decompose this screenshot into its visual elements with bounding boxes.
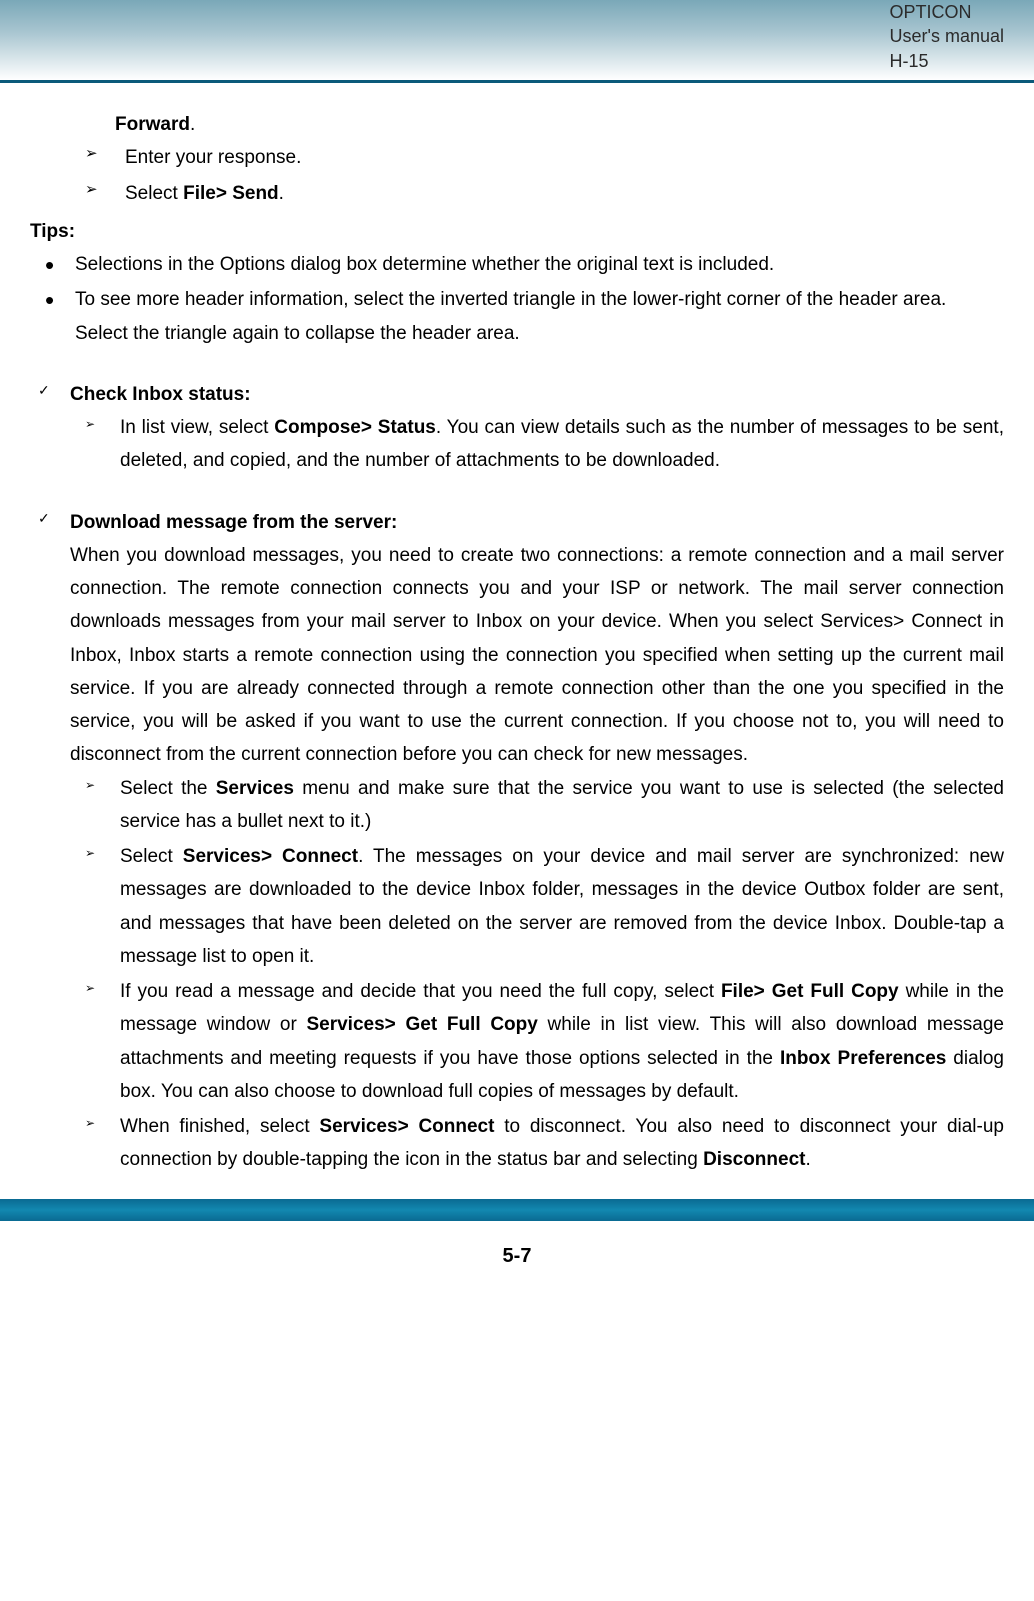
step-enter-response: Enter your response. [30,141,1004,174]
forward-period: . [190,114,195,135]
check-inbox-steps: In list view, select Compose> Status. Yo… [70,411,1004,478]
page-number: 5-7 [0,1239,1034,1294]
download-paragraph: When you download messages, you need to … [70,539,1004,772]
step-disconnect: When finished, select Services> Connect … [70,1110,1004,1177]
step-services-menu: Select the Services menu and make sure t… [70,772,1004,839]
header-text-block: OPTICON User's manual H-15 [890,0,1004,73]
check-inbox-status: Check Inbox status: In list view, select… [30,378,1004,478]
step-select-send: Select File> Send. [30,177,1004,210]
procedure-list: Check Inbox status: In list view, select… [30,378,1004,1177]
tips-list: Selections in the Options dialog box det… [30,248,1004,350]
download-steps: Select the Services menu and make sure t… [70,772,1004,1177]
step-compose-status: In list view, select Compose> Status. Yo… [70,411,1004,478]
response-steps: Enter your response. Select File> Send. [30,141,1004,210]
tip-header-triangle: To see more header information, select t… [30,283,1004,350]
forward-label: Forward [115,114,190,135]
download-heading: Download message from the server: [70,506,1004,539]
download-message-server: Download message from the server: When y… [30,506,1004,1177]
header-brand: OPTICON [890,2,972,22]
header-title: User's manual [890,26,1004,46]
continuation-line: Forward. [115,108,1004,141]
header-banner: OPTICON User's manual H-15 [0,0,1034,83]
tips-heading: Tips: [30,215,1004,248]
header-model: H-15 [890,51,929,71]
check-inbox-heading: Check Inbox status: [70,378,1004,411]
step-get-full-copy: If you read a message and decide that yo… [70,975,1004,1108]
step-services-connect: Select Services> Connect. The messages o… [70,840,1004,973]
tip-options-dialog: Selections in the Options dialog box det… [30,248,1004,281]
page-content: Forward. Enter your response. Select Fil… [0,83,1034,1189]
footer-banner [0,1199,1034,1221]
